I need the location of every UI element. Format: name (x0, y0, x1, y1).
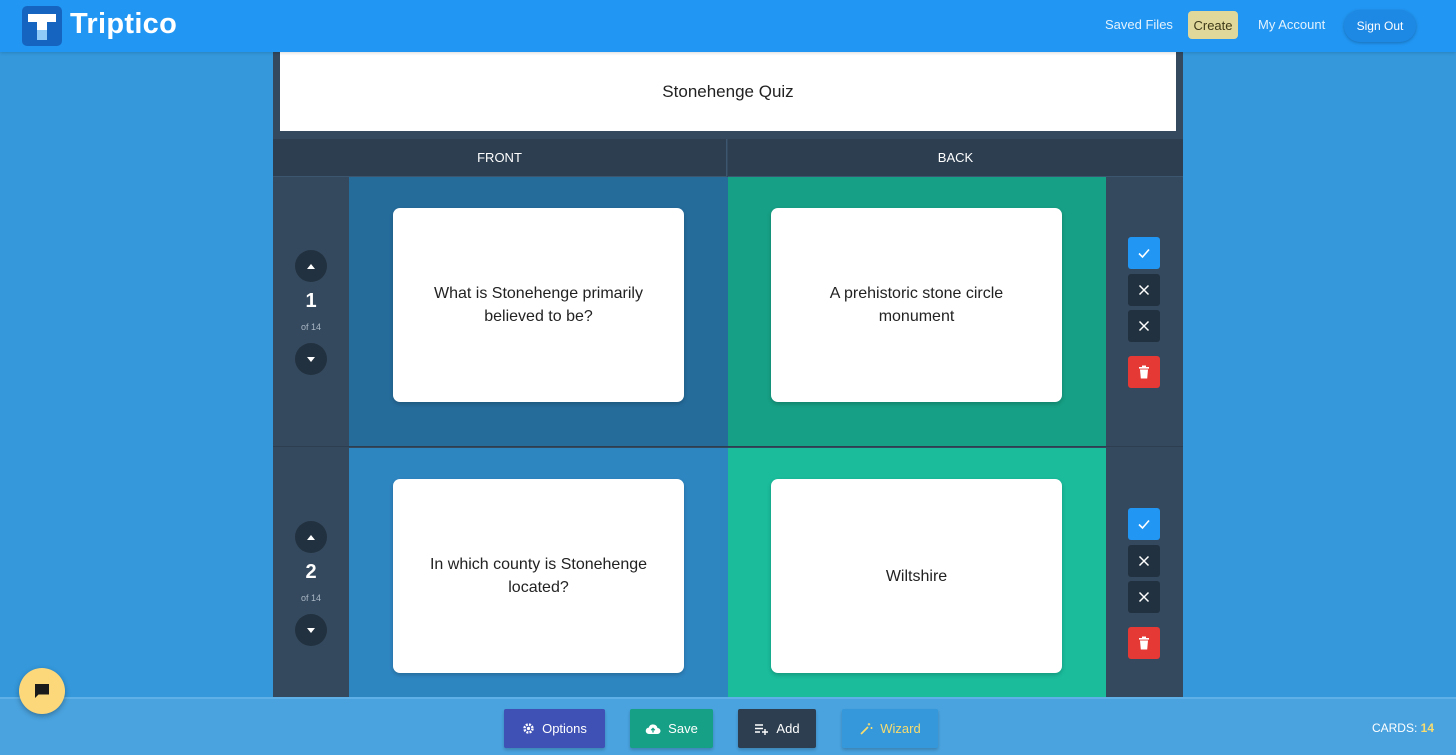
card-row: 1 of 14 What is Stonehenge primarily bel… (273, 177, 1183, 447)
clear-back-button[interactable] (1128, 310, 1160, 342)
chevron-up-icon (307, 263, 315, 269)
card-of-total: of 14 (300, 322, 322, 332)
card-back-area: Wiltshire (728, 448, 1106, 697)
playlist-add-icon (755, 723, 769, 735)
options-label: Options (542, 721, 587, 736)
card-number: 1 (305, 290, 317, 312)
close-icon (1138, 555, 1150, 567)
card-back-text[interactable]: A prehistoric stone circle monument (771, 208, 1062, 402)
cloud-upload-icon (645, 723, 661, 734)
card-order-controls: 1 of 14 (273, 177, 349, 446)
trash-icon (1139, 365, 1149, 379)
top-navbar: Triptico Saved Files Create My Account S… (0, 0, 1456, 52)
clear-back-button[interactable] (1128, 581, 1160, 613)
save-label: Save (668, 721, 698, 736)
quiz-title-field[interactable]: Stonehenge Quiz (280, 52, 1176, 131)
move-up-button[interactable] (295, 250, 327, 282)
trash-icon (1139, 636, 1149, 650)
gear-icon (523, 723, 534, 734)
card-order-controls: 2 of 14 (273, 448, 349, 697)
chevron-down-icon (307, 356, 315, 362)
confirm-card-button[interactable] (1128, 237, 1160, 269)
magic-wand-icon (860, 722, 873, 735)
close-icon (1138, 320, 1150, 332)
card-front-text[interactable]: In which county is Stonehenge located? (393, 479, 684, 673)
move-down-button[interactable] (295, 343, 327, 375)
confirm-card-button[interactable] (1128, 508, 1160, 540)
check-icon (1138, 519, 1150, 530)
check-icon (1138, 248, 1150, 259)
chevron-up-icon (307, 534, 315, 540)
nav-saved-files-link[interactable]: Saved Files (1105, 17, 1173, 32)
nav-create-button[interactable]: Create (1188, 11, 1238, 39)
clear-front-button[interactable] (1128, 545, 1160, 577)
card-row: 2 of 14 In which county is Stonehenge lo… (273, 448, 1183, 697)
card-action-controls (1106, 177, 1183, 446)
front-column-header: FRONT (273, 139, 727, 177)
cards-count: CARDS: 14 (1372, 721, 1434, 735)
close-icon (1138, 284, 1150, 296)
chat-button[interactable] (19, 668, 65, 714)
move-down-button[interactable] (295, 614, 327, 646)
chevron-down-icon (307, 627, 315, 633)
nav-my-account-link[interactable]: My Account (1258, 17, 1325, 32)
save-button[interactable]: Save (630, 709, 713, 748)
cards-count-label: CARDS: (1371, 721, 1418, 735)
triptico-logo-icon[interactable] (22, 6, 62, 46)
card-action-controls (1106, 448, 1183, 697)
chat-icon (35, 684, 49, 698)
bottom-toolbar: Options Save Add Wizard CARDS: 14 (0, 697, 1456, 755)
card-of-total: of 14 (300, 593, 322, 603)
card-front-text[interactable]: What is Stonehenge primarily believed to… (393, 208, 684, 402)
card-back-text[interactable]: Wiltshire (771, 479, 1062, 673)
options-button[interactable]: Options (504, 709, 605, 748)
add-label: Add (776, 721, 800, 736)
add-card-button[interactable]: Add (738, 709, 816, 748)
card-editor-panel: Stonehenge Quiz FRONT BACK 1 of 14 What … (273, 52, 1183, 697)
card-front-area: What is Stonehenge primarily believed to… (349, 177, 728, 446)
cards-count-value: 14 (1420, 721, 1434, 735)
card-number: 2 (305, 561, 317, 583)
close-icon (1138, 591, 1150, 603)
card-front-area: In which county is Stonehenge located? (349, 448, 728, 697)
card-back-area: A prehistoric stone circle monument (728, 177, 1106, 446)
delete-card-button[interactable] (1128, 356, 1160, 388)
clear-front-button[interactable] (1128, 274, 1160, 306)
sign-out-button[interactable]: Sign Out (1344, 10, 1416, 42)
brand-name[interactable]: Triptico (70, 8, 177, 41)
delete-card-button[interactable] (1128, 627, 1160, 659)
move-up-button[interactable] (295, 521, 327, 553)
wizard-button[interactable]: Wizard (842, 709, 938, 748)
wizard-label: Wizard (880, 721, 921, 736)
back-column-header: BACK (728, 139, 1183, 177)
